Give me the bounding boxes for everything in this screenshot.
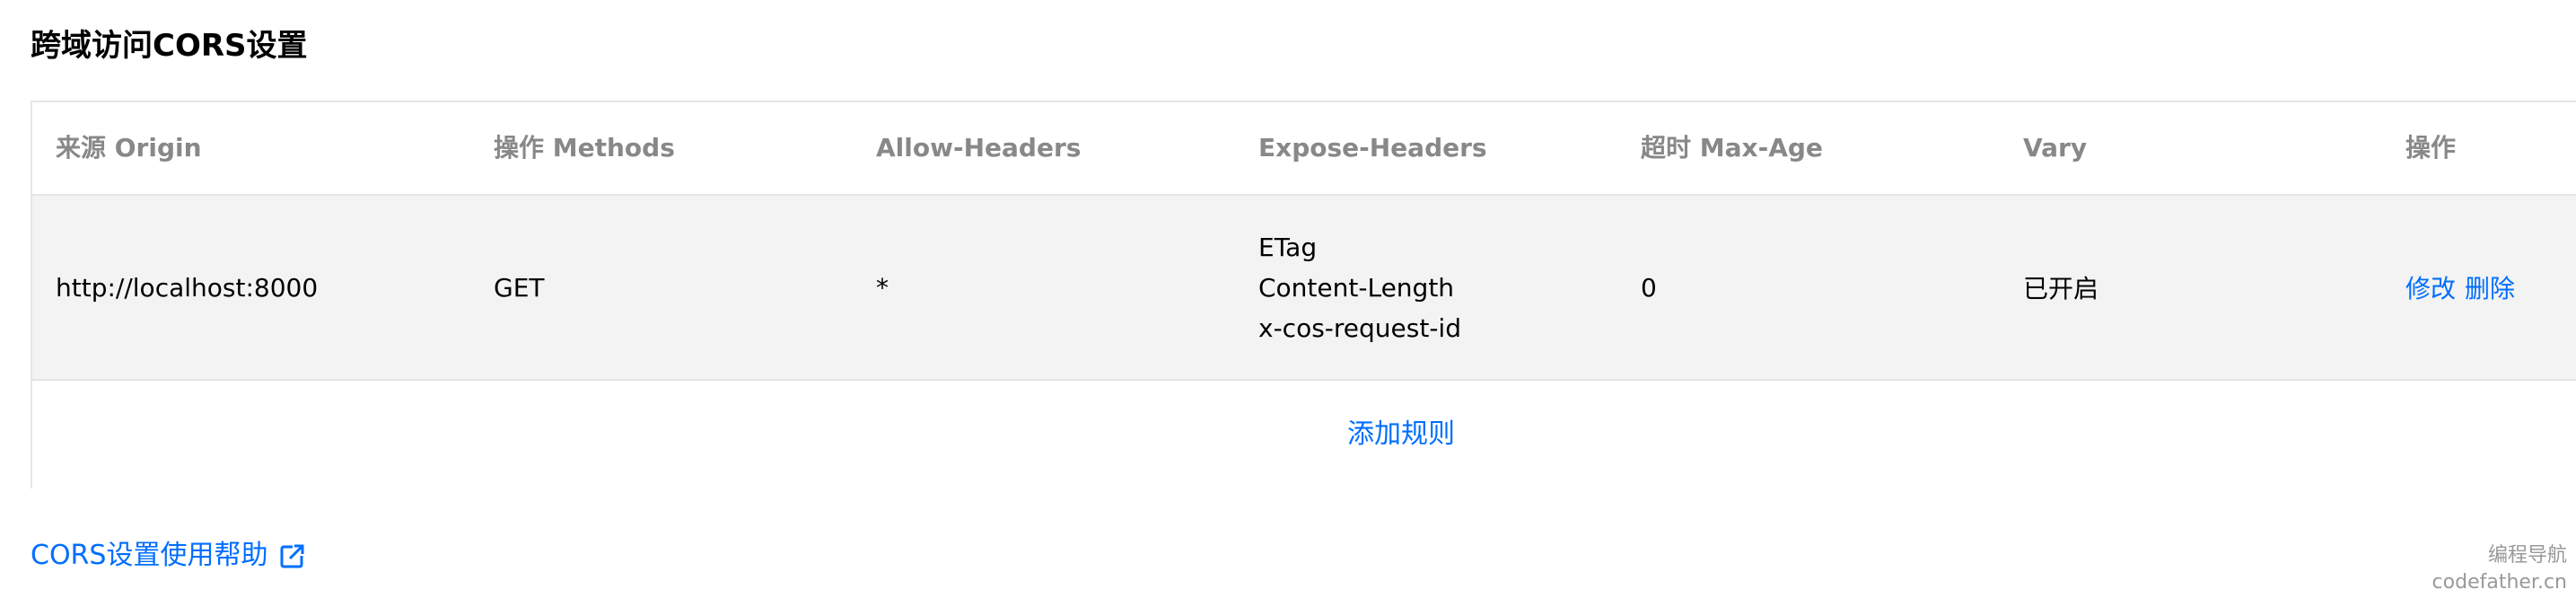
expose-header-item: Content-Length [1258,272,1455,303]
cors-help-link[interactable]: CORS设置使用帮助 [31,533,306,578]
cors-rules-table: 来源 Origin 操作 Methods Allow-Headers Expos… [31,101,2576,488]
expose-header-item: ETag [1258,232,1318,262]
cell-actions: 修改 删除 [2405,196,2524,379]
add-rule-row: 添加规则 [32,381,2576,488]
cell-origin: http://localhost:8000 [56,272,319,303]
add-rule-link[interactable]: 添加规则 [1347,381,1455,488]
column-header-expose-headers: Expose-Headers [1258,133,1487,163]
watermark-line2: codefather.cn [2431,571,2567,594]
table-row: http://localhost:8000 GET * ETag Content… [32,196,2576,381]
external-link-icon [280,543,306,568]
cell-vary: 已开启 [2023,274,2099,304]
delete-rule-link[interactable]: 删除 [2465,269,2515,305]
cors-help-label: CORS设置使用帮助 [31,540,268,571]
edit-rule-link[interactable]: 修改 [2405,269,2456,305]
column-header-origin: 来源 Origin [56,133,202,163]
cell-methods: GET [494,272,545,303]
column-header-max-age: 超时 Max-Age [1641,133,1823,163]
watermark-line1: 编程导航 [2487,544,2567,567]
cell-allow-headers: * [876,272,889,303]
table-header-row: 来源 Origin 操作 Methods Allow-Headers Expos… [32,102,2576,196]
cell-expose-headers: ETag Content-Length x-cos-request-id [1258,196,1461,379]
column-header-methods: 操作 Methods [494,133,675,163]
column-header-actions: 操作 [2405,133,2457,163]
expose-header-item: x-cos-request-id [1258,312,1461,343]
watermark: 编程导航 codefather.cn [2432,542,2567,596]
column-header-allow-headers: Allow-Headers [876,133,1082,163]
cell-max-age: 0 [1641,272,1657,303]
page-title: 跨域访问CORS设置 [31,28,308,64]
column-header-vary: Vary [2023,133,2088,163]
